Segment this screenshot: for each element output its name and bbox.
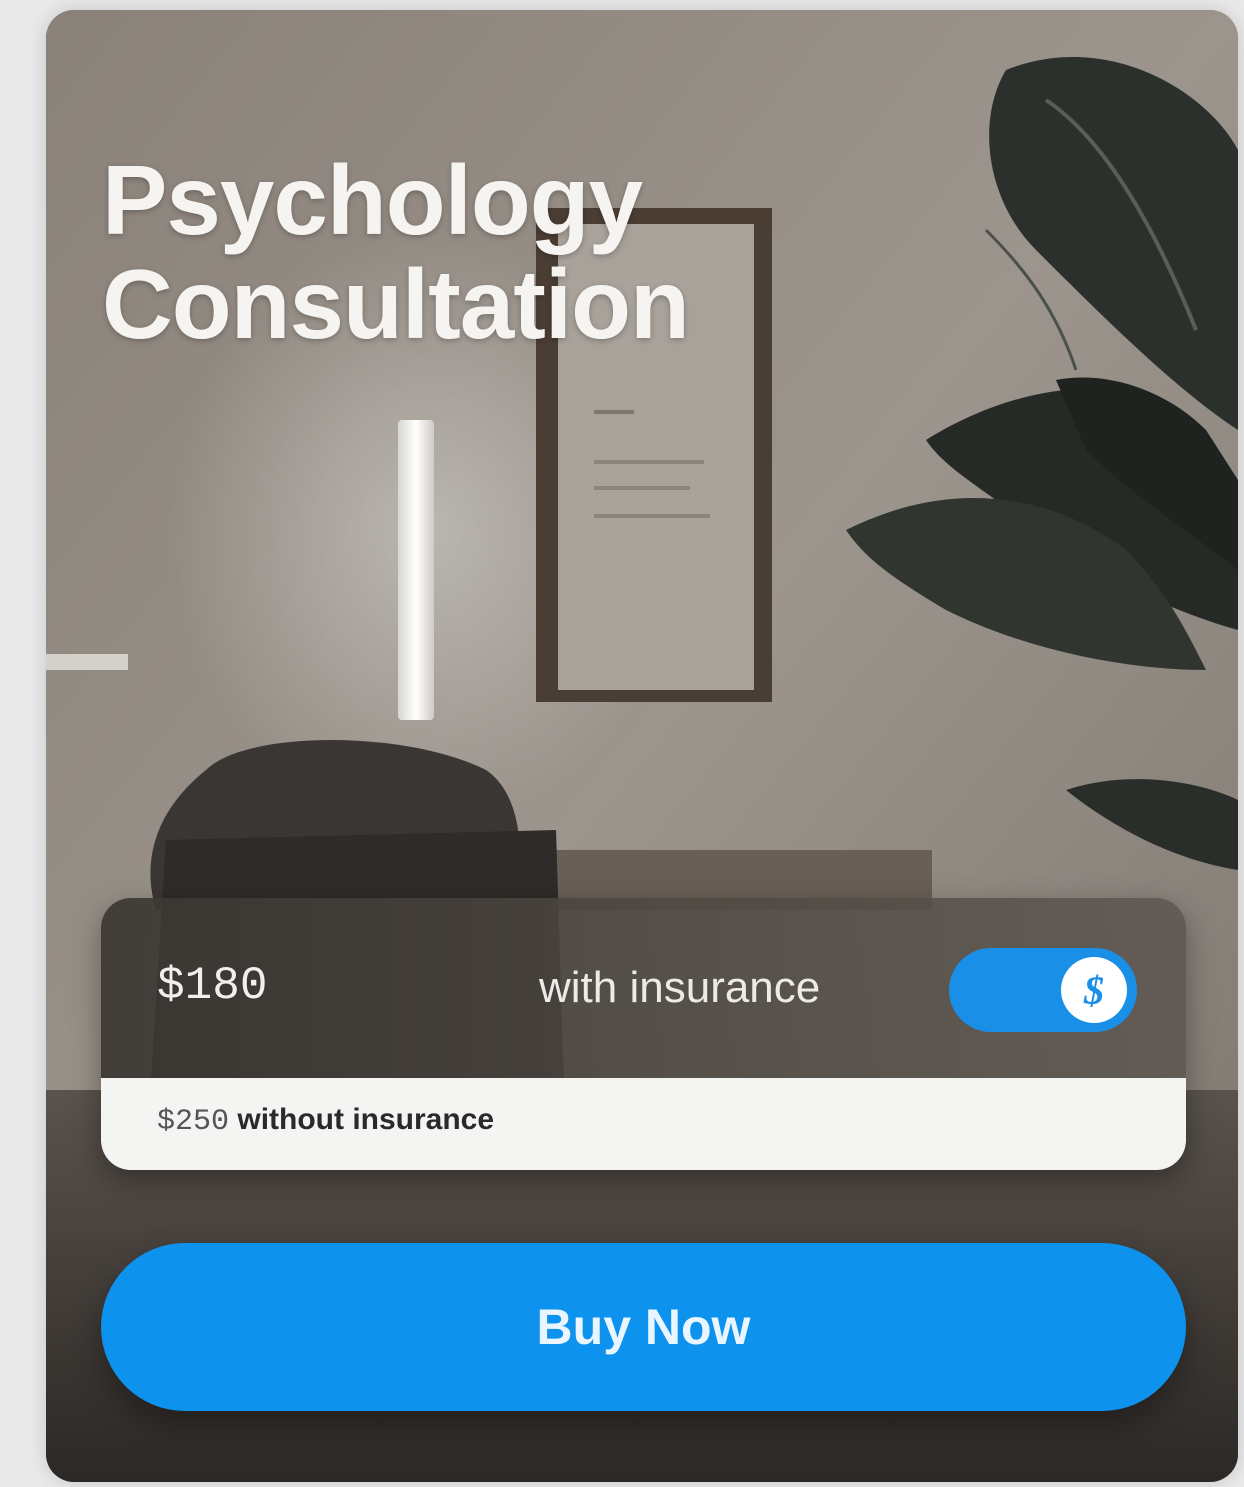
pricing-panel-header: $180 with insurance $: [101, 898, 1186, 1078]
alt-price-amount: $250: [157, 1105, 230, 1139]
page-title: Psychology Consultation: [102, 145, 690, 359]
price-value: $180: [157, 960, 268, 1012]
dollar-sign-icon: $: [1061, 957, 1127, 1023]
alt-price-text: without insurance: [237, 1103, 495, 1136]
title-line-1: Psychology: [102, 145, 643, 255]
buy-now-button[interactable]: Buy Now: [101, 1243, 1186, 1411]
consultation-card: Psychology Consultation $180 with insura…: [46, 10, 1238, 1482]
insurance-toggle[interactable]: $: [949, 948, 1137, 1032]
toggle-knob-glyph: $: [1084, 967, 1104, 1013]
pricing-panel-footer: $250 without insurance: [101, 1078, 1186, 1170]
pricing-panel: $180 with insurance $ $250 without insur…: [101, 898, 1186, 1170]
title-line-2: Consultation: [102, 249, 690, 359]
insurance-label: with insurance: [539, 963, 821, 1012]
alt-price-note: $250 without insurance: [157, 1100, 494, 1142]
